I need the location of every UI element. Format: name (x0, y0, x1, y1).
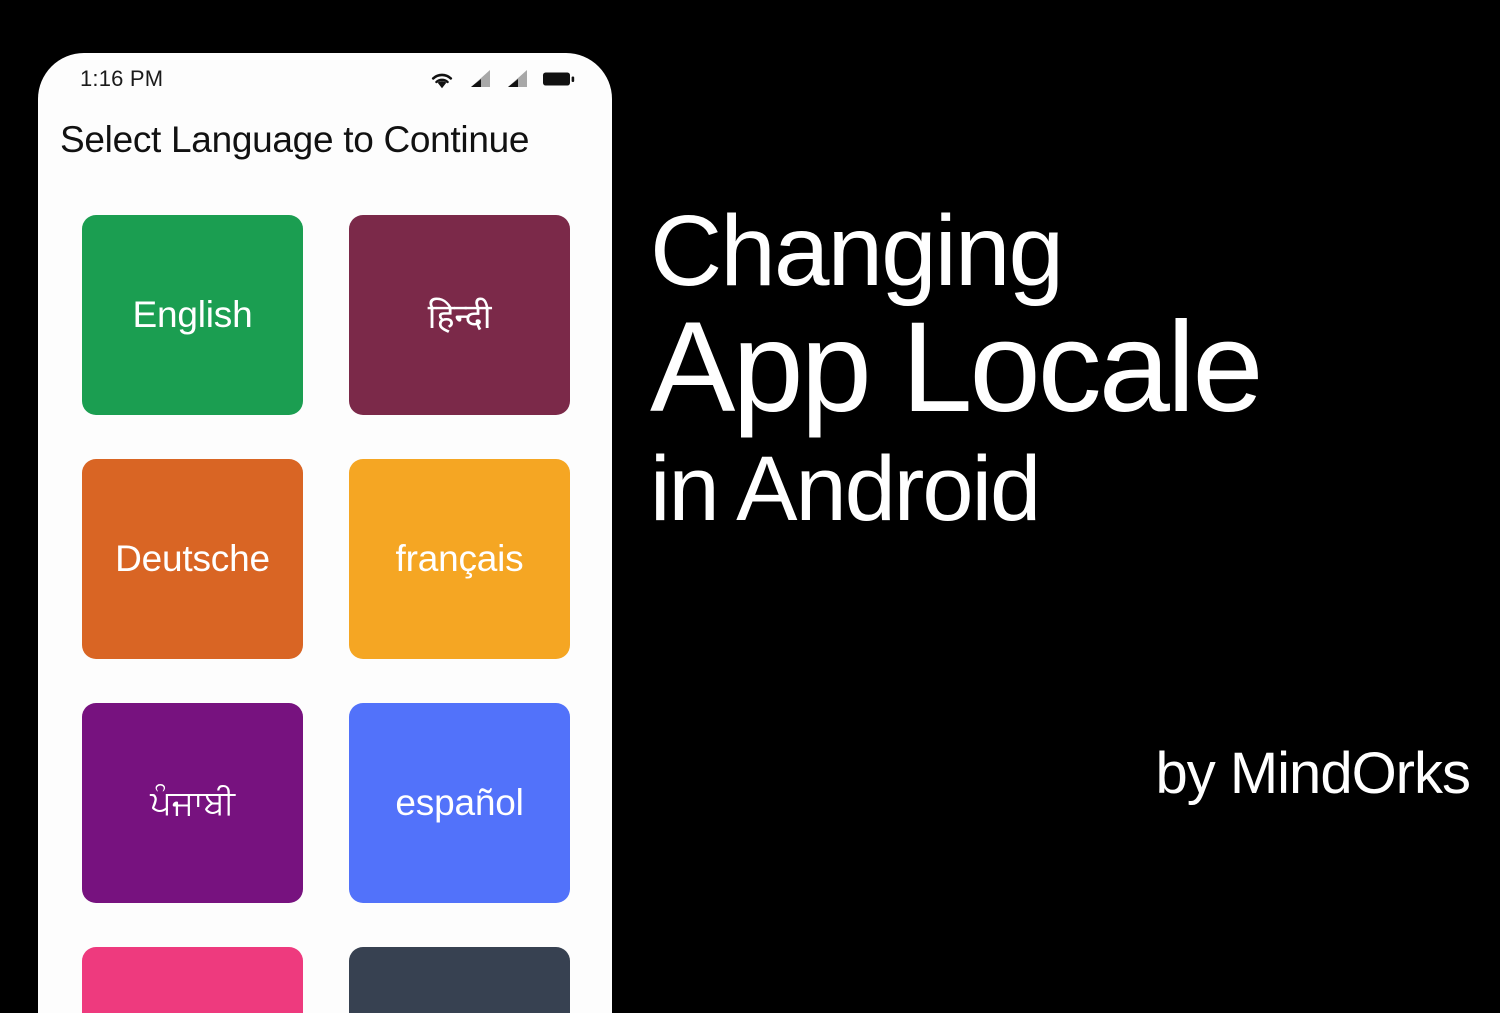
poster-title-line-2: App Locale (650, 296, 1264, 439)
status-bar: 1:16 PM (38, 53, 612, 105)
page-title: Select Language to Continue (60, 119, 530, 160)
wifi-icon (429, 69, 455, 89)
language-tile-english[interactable]: English (82, 215, 303, 415)
poster-title-line-1: Changing (650, 195, 1064, 307)
language-tile-punjabi[interactable]: ਪੰਜਾਬੀ (82, 703, 303, 903)
language-tile-espanol[interactable]: español (349, 703, 570, 903)
status-bar-icons (429, 69, 576, 89)
poster-title-line-3: in Android (650, 438, 1041, 541)
language-tile-hindi[interactable]: हिन्दी (349, 215, 570, 415)
phone-mockup: 1:16 PM Select Language to Continue Engl… (38, 53, 612, 1013)
language-tile-francais[interactable]: français (349, 459, 570, 659)
language-tile-deutsche[interactable]: Deutsche (82, 459, 303, 659)
language-tile-slate[interactable] (349, 947, 570, 1013)
signal-icon (505, 69, 529, 89)
battery-icon (542, 69, 576, 89)
language-grid: English हिन्दी Deutsche français ਪੰਜਾਬੀ … (82, 215, 570, 1013)
poster-title-block: Changing App Locale in Android (650, 200, 1470, 538)
language-tile-pink[interactable] (82, 947, 303, 1013)
signal-icon (468, 69, 492, 89)
status-bar-time: 1:16 PM (80, 66, 164, 91)
poster-byline: by MindOrks (1155, 741, 1471, 806)
